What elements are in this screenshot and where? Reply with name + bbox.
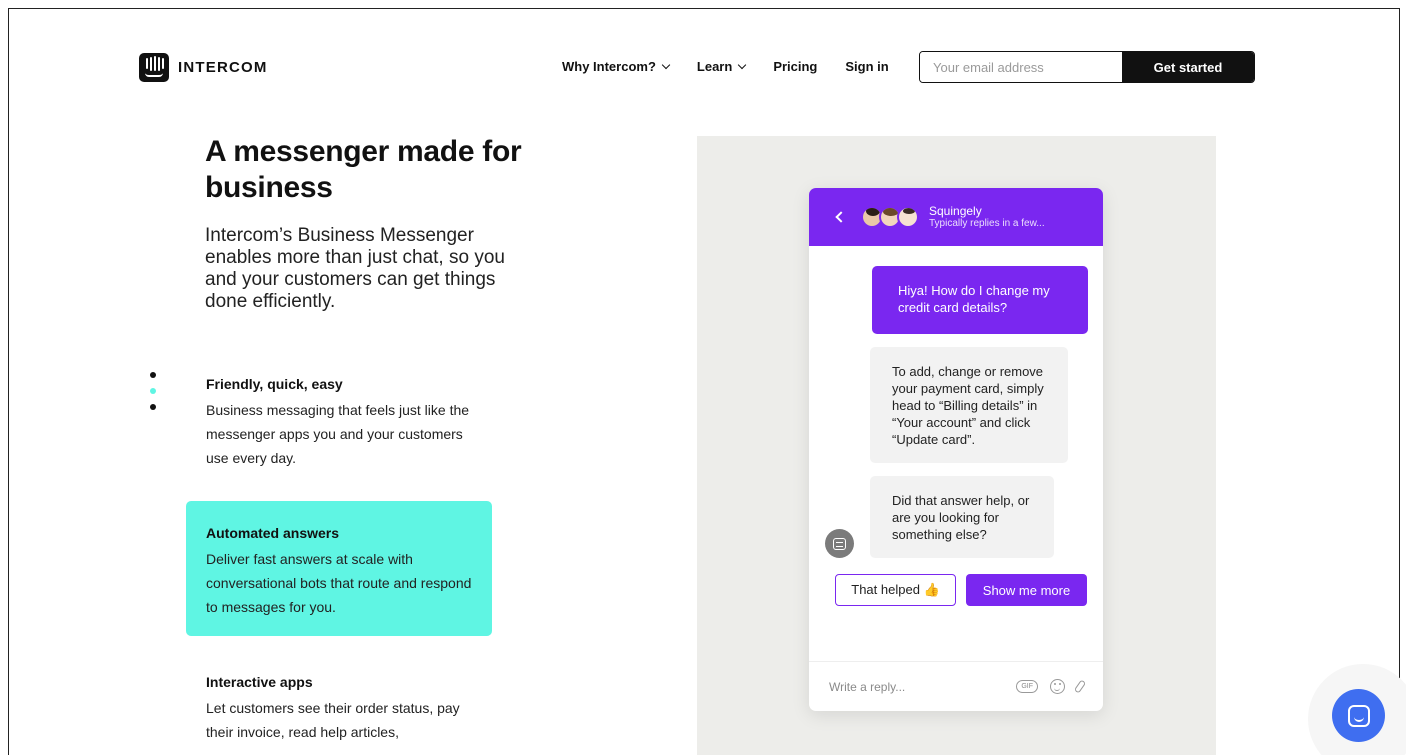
get-started-button[interactable]: Get started <box>1122 52 1254 82</box>
nav-sign-in[interactable]: Sign in <box>845 59 888 74</box>
user-message-bubble: Hiya! How do I change my credit card det… <box>872 266 1088 334</box>
feature-interactive-apps[interactable]: Interactive apps Let customers see their… <box>186 674 492 744</box>
nav-label: Why Intercom? <box>562 59 656 74</box>
nav-label: Pricing <box>773 59 818 74</box>
quick-reply-show-more[interactable]: Show me more <box>966 574 1087 606</box>
feature-body: Business messaging that feels just like … <box>206 402 470 466</box>
chat-bubble-icon <box>1347 704 1370 727</box>
pagination-dot-active[interactable] <box>150 388 156 394</box>
nav-learn[interactable]: Learn <box>696 59 747 74</box>
nav-label: Learn <box>696 59 733 74</box>
reply-composer: GIF <box>809 661 1103 711</box>
reply-status: Typically replies in a few... <box>929 218 1045 229</box>
chevron-down-icon <box>738 60 747 69</box>
emoji-icon[interactable] <box>1050 679 1065 694</box>
pagination-dot[interactable] <box>150 404 156 410</box>
nav-pricing[interactable]: Pricing <box>773 59 817 74</box>
bot-message-bubble: Did that answer help, or are you looking… <box>870 476 1054 558</box>
attachment-icon[interactable] <box>1073 679 1087 694</box>
feature-title: Interactive apps <box>206 674 313 690</box>
messenger-window: Squingely Typically replies in a few... … <box>809 188 1103 711</box>
feature-body: Let customers see their order status, pa… <box>206 700 460 740</box>
brand-logo[interactable]: INTERCOM <box>139 53 268 82</box>
chevron-down-icon <box>661 60 671 69</box>
nav-why-intercom[interactable]: Why Intercom? <box>562 59 671 74</box>
main-nav: Why Intercom? Learn Pricing Sign in <box>562 59 917 74</box>
intercom-logo-icon <box>139 53 169 82</box>
hero-title: A messenger made for business <box>205 135 522 204</box>
feature-body: Deliver fast answers at scale with conve… <box>206 551 472 615</box>
reply-input[interactable] <box>829 679 1017 694</box>
back-arrow-icon[interactable] <box>835 211 847 223</box>
gif-icon[interactable]: GIF <box>1016 680 1038 693</box>
feature-friendly[interactable]: Friendly, quick, easy Business messaging… <box>186 376 492 470</box>
messenger-header: Squingely Typically replies in a few... <box>809 188 1103 246</box>
team-name: Squingely <box>929 204 982 218</box>
feature-pagination <box>150 372 156 410</box>
team-avatars <box>861 206 919 228</box>
brand-name: INTERCOM <box>178 59 268 76</box>
bot-message-bubble: To add, change or remove your payment ca… <box>870 347 1068 463</box>
avatar <box>897 206 919 228</box>
messenger-launcher-button[interactable] <box>1332 689 1385 742</box>
email-input[interactable] <box>920 52 1122 82</box>
signup-form: Get started <box>919 51 1255 83</box>
feature-automated-answers[interactable]: Automated answers Deliver fast answers a… <box>186 501 492 636</box>
quick-reply-that-helped[interactable]: That helped 👍 <box>835 574 956 606</box>
messenger-preview-panel: Squingely Typically replies in a few... … <box>697 136 1216 755</box>
bot-avatar-icon <box>825 529 854 558</box>
pagination-dot[interactable] <box>150 372 156 378</box>
feature-title: Friendly, quick, easy <box>206 376 343 392</box>
nav-label: Sign in <box>845 59 889 74</box>
hero-subtitle: Intercom’s Business Messenger enables mo… <box>205 225 505 312</box>
feature-title: Automated answers <box>206 525 340 541</box>
